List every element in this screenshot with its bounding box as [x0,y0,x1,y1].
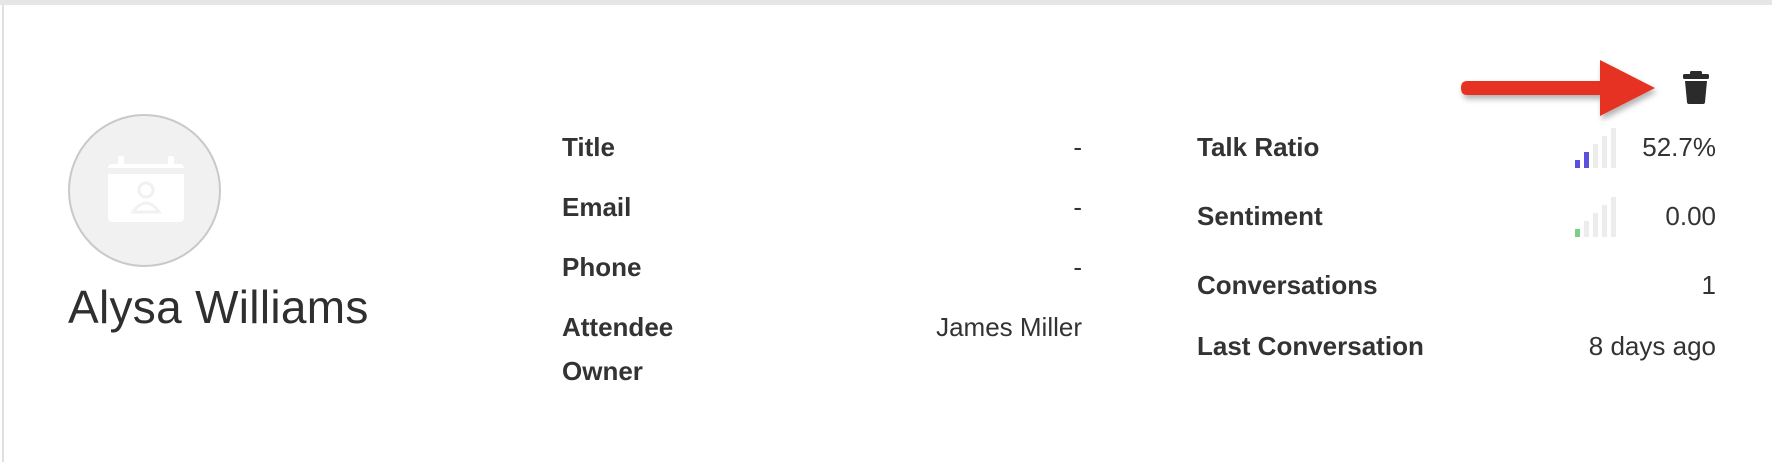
detail-value-title: - [1073,132,1082,162]
level-bar [1602,205,1607,237]
level-bar [1584,152,1589,168]
detail-value-email: - [1073,192,1082,222]
stat-label-sentiment: Sentiment [1197,201,1323,231]
level-bar [1593,213,1598,237]
stat-label-conversations: Conversations [1197,270,1378,300]
stat-label-talk-ratio: Talk Ratio [1197,132,1320,162]
detail-value-phone: - [1073,252,1082,282]
talk-ratio-level-icon [1575,126,1623,168]
stat-value-last-conversation: 8 days ago [1588,331,1716,361]
stat-value-sentiment: 0.00 [1665,201,1716,231]
contact-card-icon [108,156,184,222]
avatar [68,114,221,267]
detail-label-owner: Attendee Owner [562,312,674,386]
level-bar [1584,221,1589,237]
level-bar [1611,197,1616,237]
level-bar [1593,144,1598,168]
trash-icon [1683,71,1709,104]
annotation-arrow [1461,60,1655,116]
level-bar [1575,160,1580,168]
stat-label-last-conversation: Last Conversation [1197,331,1424,361]
detail-label-email: Email [562,192,632,222]
delete-button[interactable] [1680,70,1712,104]
level-bar [1602,136,1607,168]
detail-label-title: Title [562,132,615,162]
detail-label-phone: Phone [562,252,642,282]
contact-name: Alysa Williams [68,281,369,333]
level-bar [1611,128,1616,168]
stat-value-talk-ratio: 52.7% [1642,132,1716,162]
level-bar [1575,229,1580,237]
sentiment-level-icon [1575,195,1623,237]
detail-value-owner: James Miller [936,312,1082,342]
stat-value-conversations: 1 [1701,270,1716,300]
